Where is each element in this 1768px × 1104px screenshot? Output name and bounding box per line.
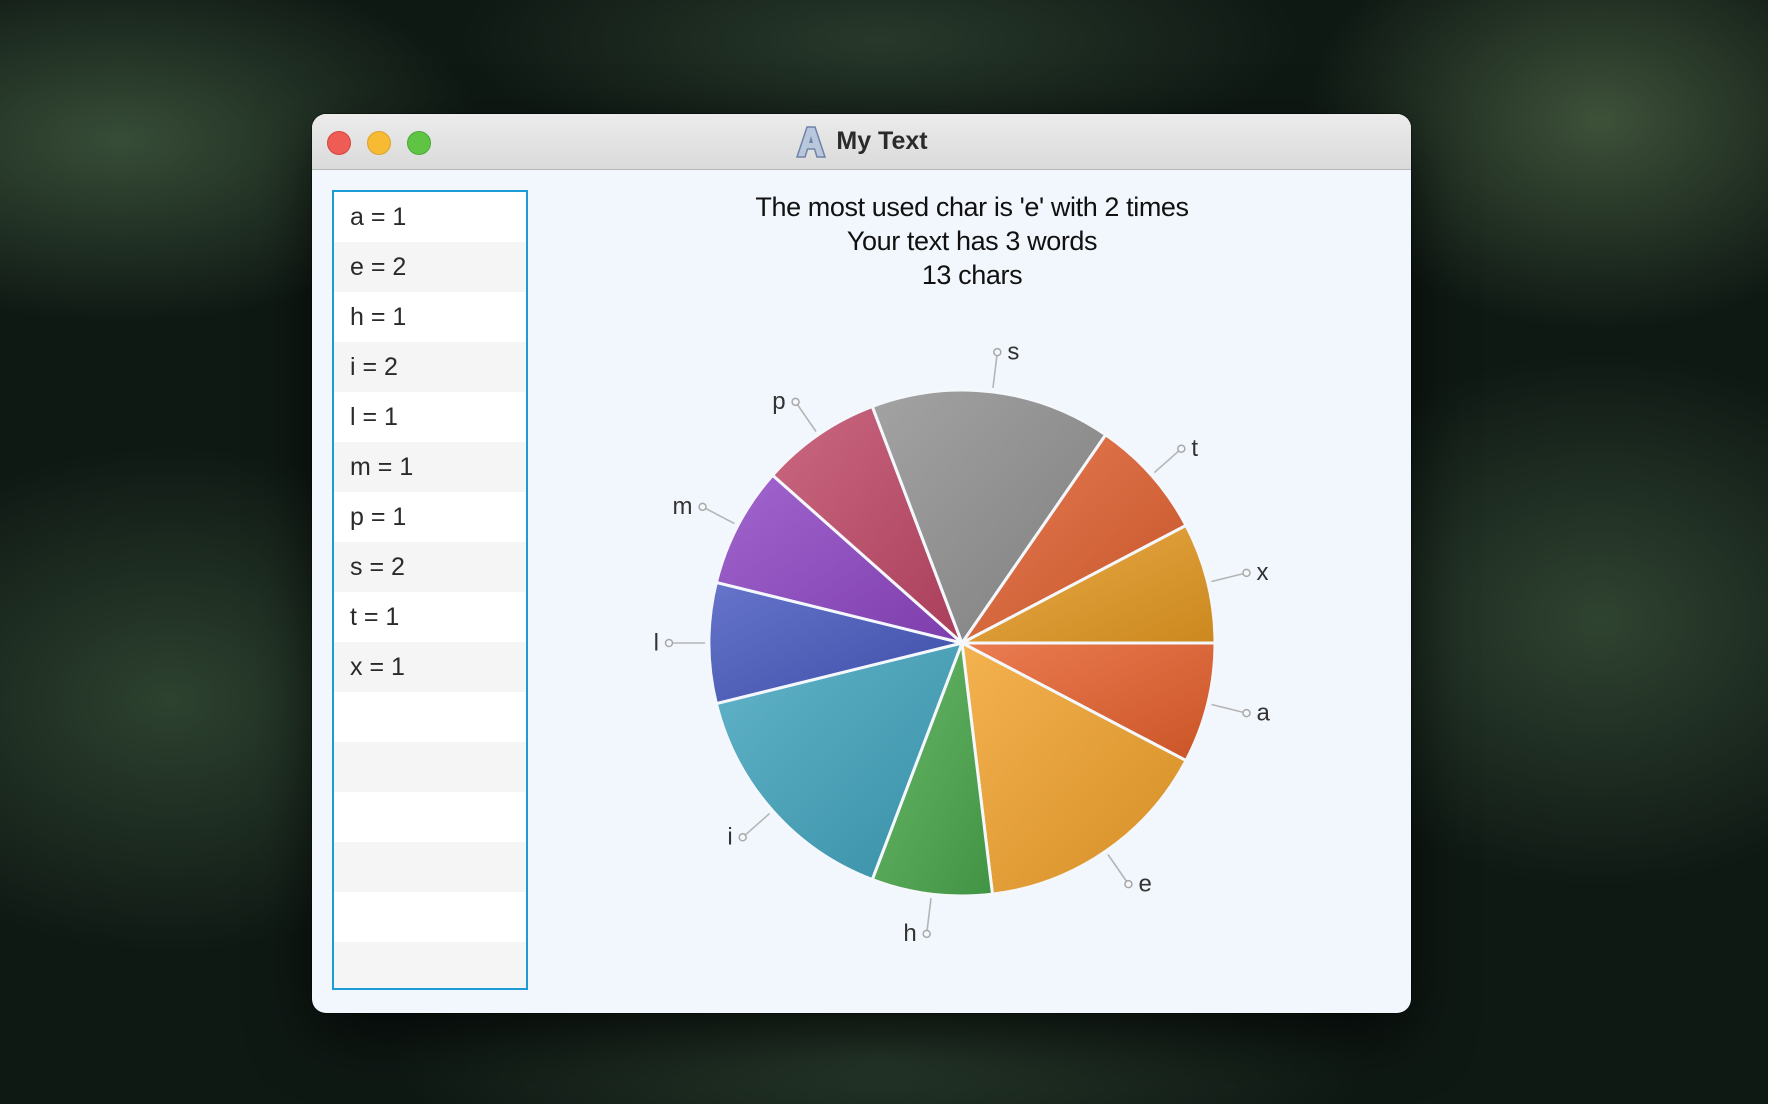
- pie-label-marker-s: [993, 347, 1002, 357]
- pie-label-line-p: [794, 401, 817, 432]
- pie-label-line-i: [742, 812, 771, 838]
- title-bar[interactable]: My Text: [312, 114, 1411, 170]
- pie-label-l: l: [654, 629, 659, 656]
- pie-label-marker-a: [1242, 708, 1251, 718]
- pie-label-s: s: [1007, 338, 1019, 365]
- window-content: a = 1 e = 2 h = 1 i = 2 l = 1 m = 1 p = …: [312, 170, 1411, 1013]
- pie-label-marker-m: [698, 502, 707, 512]
- pie-chart: a e h i l m p s t x: [654, 338, 1271, 947]
- pie-label-h: h: [903, 920, 916, 947]
- pie-label-line-h: [925, 898, 932, 934]
- pie-label-marker-i: [738, 833, 747, 842]
- pie-label-marker-e: [1124, 879, 1133, 889]
- pie-label-m: m: [673, 493, 693, 520]
- pie-label-i: i: [727, 824, 732, 851]
- pie-label-line-e: [1107, 854, 1130, 885]
- window-title: My Text: [836, 127, 928, 155]
- pie-label-marker-t: [1177, 444, 1186, 453]
- app-window: My Text a = 1 e = 2 h = 1 i = 2 l = 1 m …: [312, 114, 1411, 1013]
- pie-label-marker-x: [1242, 568, 1251, 578]
- pie-label-x: x: [1256, 559, 1268, 586]
- pie-label-line-m: [702, 506, 735, 525]
- pie-label-p: p: [772, 388, 785, 415]
- pie-label-t: t: [1191, 435, 1198, 462]
- pie-label-line-x: [1211, 572, 1247, 583]
- pie-label-marker-p: [791, 397, 800, 407]
- title-group: My Text: [312, 114, 1411, 169]
- pie-label-line-s: [992, 352, 999, 388]
- pie-label-marker-h: [922, 929, 931, 939]
- pie-label-line-a: [1211, 703, 1247, 714]
- pie-label-line-t: [1153, 448, 1182, 474]
- pie-label-a: a: [1256, 699, 1270, 726]
- app-letter-a-icon: [796, 125, 827, 158]
- pie-label-marker-l: [664, 638, 674, 648]
- pie-label-e: e: [1138, 870, 1151, 897]
